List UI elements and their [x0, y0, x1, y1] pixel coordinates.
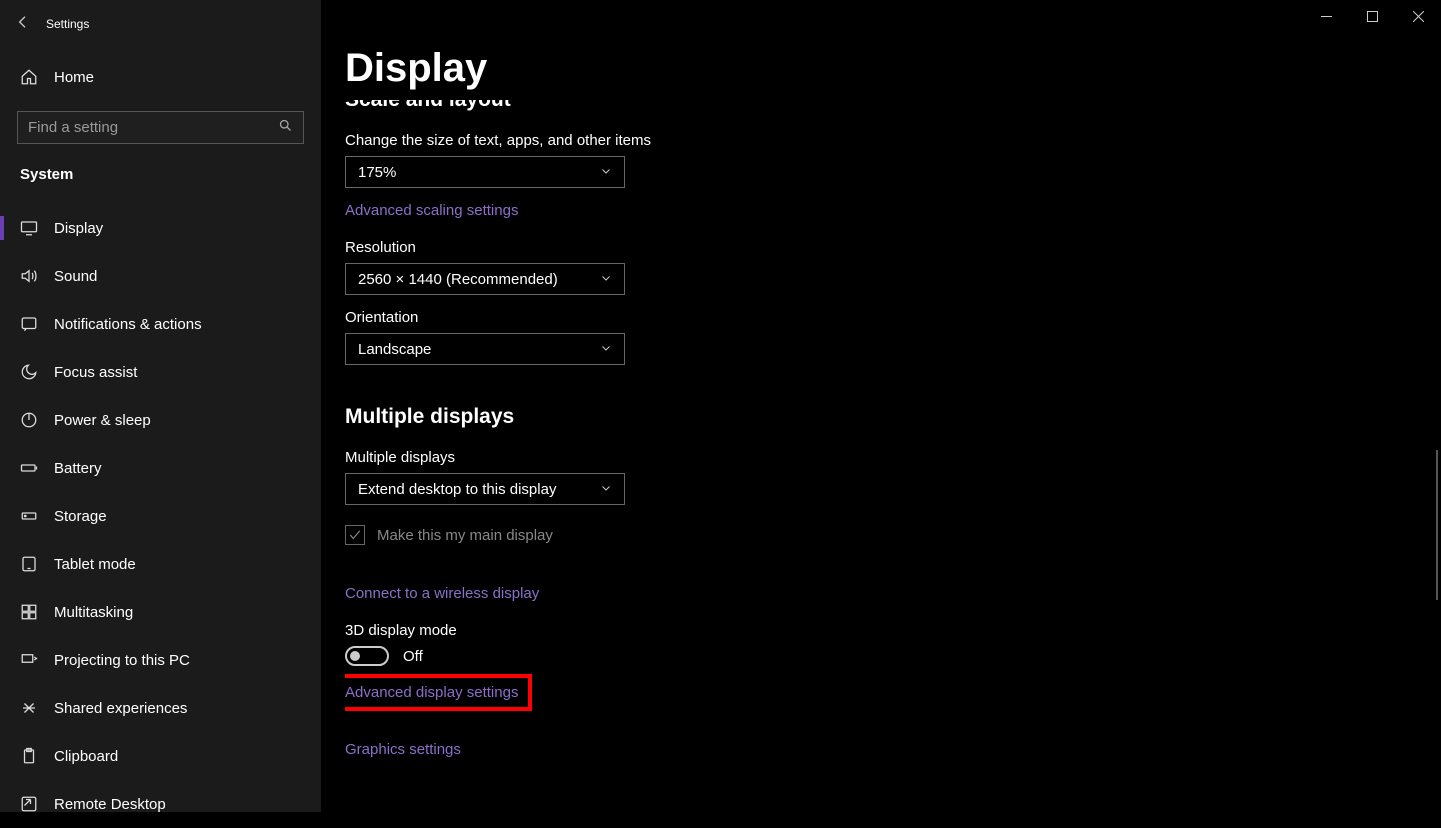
scale-dropdown[interactable]: 175%	[345, 156, 625, 188]
chevron-down-icon	[600, 481, 612, 498]
nav-list: Display Sound Notifications & actions Focus…	[0, 204, 321, 828]
project-icon	[20, 651, 38, 669]
search-box[interactable]	[17, 111, 304, 144]
sidebar-item-projecting-to-this-pc[interactable]: Projecting to this PC	[0, 636, 321, 684]
chevron-down-icon	[600, 271, 612, 288]
content-scroll-area[interactable]: Scale and layout Change the size of text…	[345, 92, 1431, 812]
scale-label: Change the size of text, apps, and other…	[345, 132, 1045, 149]
sidebar-item-label: Multitasking	[54, 604, 133, 621]
main-panel: Display Scale and layout Change the size…	[321, 0, 1441, 812]
storage-icon	[20, 507, 38, 525]
sidebar-panel: Settings Home System Display Sound Notific…	[0, 0, 321, 812]
sidebar-item-multitasking[interactable]: Multitasking	[0, 588, 321, 636]
sidebar-item-clipboard[interactable]: Clipboard	[0, 732, 321, 780]
power-icon	[20, 411, 38, 429]
toggle-knob-icon	[350, 651, 360, 661]
sidebar-item-label: Focus assist	[54, 364, 137, 381]
sidebar-item-battery[interactable]: Battery	[0, 444, 321, 492]
sidebar-item-label: Notifications & actions	[54, 316, 202, 333]
connect-wireless-link[interactable]: Connect to a wireless display	[345, 585, 539, 602]
sidebar-item-remote-desktop[interactable]: Remote Desktop	[0, 780, 321, 828]
mode-3d-toggle[interactable]	[345, 646, 389, 666]
home-nav[interactable]: Home	[0, 53, 321, 101]
scrollbar[interactable]	[1436, 450, 1438, 600]
sidebar-item-tablet-mode[interactable]: Tablet mode	[0, 540, 321, 588]
sidebar-item-label: Display	[54, 220, 103, 237]
mode-3d-toggle-state: Off	[403, 648, 423, 665]
main-display-checkbox: Make this my main display	[345, 525, 1045, 545]
chevron-down-icon	[600, 164, 612, 181]
search-icon	[278, 118, 293, 137]
titlebar: Settings	[0, 8, 321, 40]
advanced-display-settings-link[interactable]: Advanced display settings	[345, 684, 518, 701]
multitask-icon	[20, 603, 38, 621]
sidebar-item-power-sleep[interactable]: Power & sleep	[0, 396, 321, 444]
sidebar-item-label: Shared experiences	[54, 700, 187, 717]
mode-3d-label: 3D display mode	[345, 622, 1045, 639]
sidebar-item-focus-assist[interactable]: Focus assist	[0, 348, 321, 396]
shared-icon	[20, 699, 38, 717]
sidebar-item-label: Power & sleep	[54, 412, 151, 429]
orientation-dropdown[interactable]: Landscape	[345, 333, 625, 365]
scale-dropdown-value: 175%	[358, 164, 396, 181]
moon-icon	[20, 363, 38, 381]
tablet-icon	[20, 555, 38, 573]
sidebar-item-label: Clipboard	[54, 748, 118, 765]
sidebar-item-storage[interactable]: Storage	[0, 492, 321, 540]
close-button[interactable]	[1395, 0, 1441, 32]
sidebar-item-label: Storage	[54, 508, 107, 525]
section-scale-layout-title: Scale and layout	[345, 92, 511, 112]
clipboard-icon	[20, 747, 38, 765]
back-button[interactable]	[0, 8, 46, 40]
multiple-displays-dropdown-value: Extend desktop to this display	[358, 481, 556, 498]
orientation-dropdown-value: Landscape	[358, 341, 431, 358]
window-controls	[1303, 0, 1441, 32]
battery-icon	[20, 459, 38, 477]
remote-icon	[20, 795, 38, 813]
sidebar-item-shared-experiences[interactable]: Shared experiences	[0, 684, 321, 732]
advanced-scaling-link[interactable]: Advanced scaling settings	[345, 202, 518, 219]
home-icon	[20, 68, 38, 86]
notifications-icon	[20, 315, 38, 333]
back-arrow-icon	[15, 14, 31, 34]
sidebar-item-sound[interactable]: Sound	[0, 252, 321, 300]
sound-icon	[20, 267, 38, 285]
page-heading: Display	[345, 46, 487, 91]
sidebar-item-display[interactable]: Display	[0, 204, 321, 252]
section-multiple-displays-title: Multiple displays	[345, 405, 1045, 429]
maximize-button[interactable]	[1349, 0, 1395, 32]
monitor-icon	[20, 219, 38, 237]
resolution-label: Resolution	[345, 239, 1045, 256]
sidebar-category-label: System	[20, 166, 321, 183]
sidebar-item-label: Tablet mode	[54, 556, 136, 573]
chevron-down-icon	[600, 341, 612, 358]
sidebar-item-label: Projecting to this PC	[54, 652, 190, 669]
multiple-displays-dropdown[interactable]: Extend desktop to this display	[345, 473, 625, 505]
minimize-button[interactable]	[1303, 0, 1349, 32]
window-title: Settings	[46, 17, 89, 31]
resolution-dropdown[interactable]: 2560 × 1440 (Recommended)	[345, 263, 625, 295]
main-display-checkbox-label: Make this my main display	[377, 527, 553, 544]
orientation-label: Orientation	[345, 309, 1045, 326]
graphics-settings-link[interactable]: Graphics settings	[345, 741, 461, 758]
sidebar-item-notifications-actions[interactable]: Notifications & actions	[0, 300, 321, 348]
multiple-displays-label: Multiple displays	[345, 449, 1045, 466]
resolution-dropdown-value: 2560 × 1440 (Recommended)	[358, 271, 558, 288]
highlight-annotation: Advanced display settings	[345, 674, 532, 711]
checkbox-checked-icon	[345, 525, 365, 545]
sidebar-item-label: Remote Desktop	[54, 796, 166, 813]
sidebar-item-label: Sound	[54, 268, 97, 285]
home-label: Home	[54, 69, 94, 86]
sidebar-item-label: Battery	[54, 460, 102, 477]
search-input[interactable]	[28, 119, 278, 136]
